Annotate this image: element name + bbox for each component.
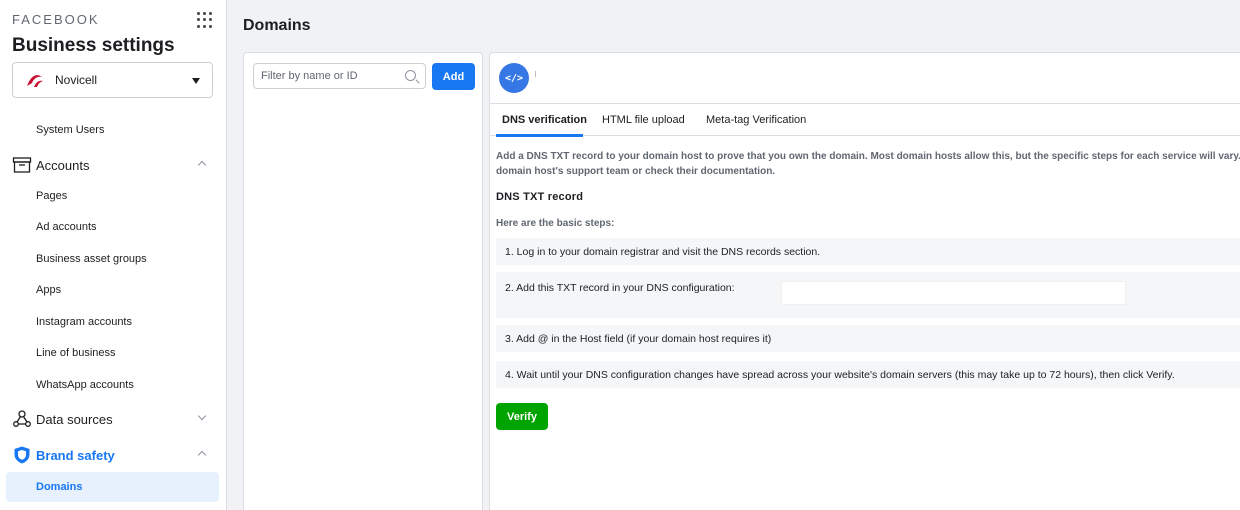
- sidebar: FACEBOOK Business settings Novicell Syst…: [0, 0, 227, 510]
- instructions-line: Add a DNS TXT record to your domain host…: [496, 151, 1240, 162]
- step-text: 4. Wait until your DNS configuration cha…: [505, 368, 1175, 381]
- nav-line-of-business[interactable]: Line of business: [36, 347, 116, 359]
- tab-meta-tag-verification[interactable]: Meta-tag Verification: [706, 114, 806, 126]
- nav-pages[interactable]: Pages: [36, 190, 67, 202]
- nav-section-label: Data sources: [36, 411, 113, 427]
- filter-field: [253, 63, 426, 89]
- step-item: 1. Log in to your domain registrar and v…: [496, 238, 1240, 265]
- instructions-line: domain host's support team or check thei…: [496, 166, 776, 177]
- archive-box-icon: [12, 157, 32, 173]
- step-item: 3. Add @ in the Host field (if your doma…: [496, 325, 1240, 352]
- section-title: DNS TXT record: [496, 191, 584, 203]
- nav-section-brand-safety[interactable]: Brand safety: [12, 445, 215, 465]
- nav-business-asset-groups[interactable]: Business asset groups: [36, 253, 147, 265]
- nav-section-label: Accounts: [36, 157, 90, 173]
- facebook-logo: FACEBOOK: [12, 12, 100, 27]
- verification-tabs: DNS verification HTML file upload Meta-t…: [490, 103, 1240, 137]
- code-icon: </>: [499, 63, 529, 93]
- domain-list-panel: Add: [243, 52, 483, 510]
- dropdown-caret-icon: [192, 78, 200, 84]
- domain-detail-panel: </> DNS verification HTML file upload Me…: [489, 52, 1240, 510]
- shield-icon: [14, 446, 30, 464]
- nav-domains-label: Domains: [36, 481, 83, 493]
- step-text: 2. Add this TXT record in your DNS confi…: [505, 282, 735, 294]
- account-name: Novicell: [55, 73, 98, 87]
- search-icon: [405, 70, 416, 81]
- nav-instagram-accounts[interactable]: Instagram accounts: [36, 316, 132, 328]
- nav-apps[interactable]: Apps: [36, 284, 61, 296]
- apps-grid-icon[interactable]: [197, 12, 213, 28]
- nav-section-data-sources[interactable]: Data sources: [12, 409, 215, 429]
- verify-button[interactable]: Verify: [496, 403, 548, 430]
- nav-whatsapp-accounts[interactable]: WhatsApp accounts: [36, 379, 134, 391]
- nav-section-accounts[interactable]: Accounts: [12, 155, 215, 175]
- chevron-up-icon: [197, 160, 207, 170]
- active-tab-indicator: [496, 134, 583, 137]
- page-title: Domains: [243, 17, 311, 34]
- data-sources-icon: [13, 410, 31, 427]
- tab-html-file-upload[interactable]: HTML file upload: [602, 114, 685, 126]
- tab-dns-verification[interactable]: DNS verification: [502, 114, 587, 126]
- account-selector[interactable]: Novicell: [12, 62, 213, 98]
- step-item: 2. Add this TXT record in your DNS confi…: [496, 272, 1240, 318]
- nav-system-users[interactable]: System Users: [36, 124, 104, 136]
- txt-record-field[interactable]: [781, 281, 1126, 305]
- nav-ad-accounts[interactable]: Ad accounts: [36, 221, 97, 233]
- steps-heading: Here are the basic steps:: [496, 218, 615, 229]
- instructions-text: Add a DNS TXT record to your domain host…: [496, 149, 1240, 179]
- novicell-logo-icon: [27, 75, 43, 87]
- step-text: 1. Log in to your domain registrar and v…: [505, 245, 821, 258]
- nav-section-label: Brand safety: [36, 447, 115, 463]
- nav-domains[interactable]: Domains: [6, 472, 219, 502]
- chevron-down-icon: [197, 411, 207, 421]
- domain-name-placeholder: [535, 71, 536, 77]
- chevron-up-icon: [197, 450, 207, 460]
- add-domain-button[interactable]: Add: [432, 63, 475, 90]
- filter-input[interactable]: [254, 64, 394, 88]
- step-text: 3. Add @ in the Host field (if your doma…: [505, 332, 772, 345]
- step-item: 4. Wait until your DNS configuration cha…: [496, 361, 1240, 388]
- page-heading: Business settings: [12, 35, 175, 56]
